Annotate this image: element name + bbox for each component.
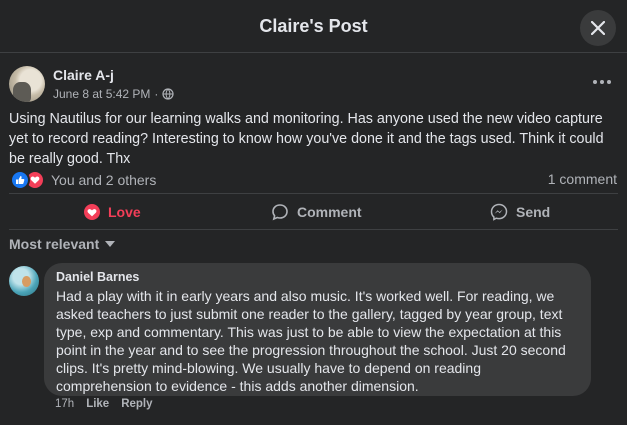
love-label: Love xyxy=(108,204,141,220)
love-button[interactable]: Love xyxy=(84,198,141,226)
divider xyxy=(9,229,618,230)
globe-icon xyxy=(162,88,175,100)
comment-bubble: Daniel Barnes Had a play with it in earl… xyxy=(44,263,591,396)
send-label: Send xyxy=(516,204,551,220)
comment-actions: 17h Like Reply xyxy=(55,398,153,410)
caret-down-icon xyxy=(105,241,116,247)
more-options-button[interactable] xyxy=(588,72,616,92)
comment-text: Had a play with it in early years and al… xyxy=(56,288,566,394)
more-dot-icon xyxy=(600,80,604,84)
reaction-count-text[interactable]: You and 2 others xyxy=(51,172,156,188)
more-dot-icon xyxy=(593,80,597,84)
comment-icon xyxy=(272,204,288,221)
post-meta: June 8 at 5:42 PM · xyxy=(53,87,175,101)
dialog-title: Claire's Post xyxy=(259,16,368,36)
commenter-avatar[interactable] xyxy=(9,266,39,296)
author-avatar[interactable] xyxy=(9,66,45,102)
meta-separator: · xyxy=(154,87,159,101)
post-text: Using Nautilus for our learning walks an… xyxy=(9,111,604,167)
comment-label: Comment xyxy=(297,204,362,220)
dialog-header: Claire's Post xyxy=(0,0,627,53)
more-dot-icon xyxy=(607,80,611,84)
like-icon xyxy=(10,170,30,190)
comment-time[interactable]: 17h xyxy=(55,398,74,410)
send-button[interactable]: Send xyxy=(490,198,550,226)
comment-reply-button[interactable]: Reply xyxy=(121,398,152,410)
post-timestamp[interactable]: June 8 at 5:42 PM xyxy=(53,87,150,101)
author-name[interactable]: Claire A-j xyxy=(53,67,114,83)
close-icon xyxy=(591,21,605,35)
divider xyxy=(9,193,618,194)
close-button[interactable] xyxy=(580,10,616,46)
comment-like-button[interactable]: Like xyxy=(86,398,109,410)
comment-count[interactable]: 1 comment xyxy=(548,171,617,187)
comment-sort-dropdown[interactable]: Most relevant xyxy=(9,236,116,252)
love-reaction-icon xyxy=(84,204,100,220)
comment-button[interactable]: Comment xyxy=(271,198,362,226)
commenter-name[interactable]: Daniel Barnes xyxy=(56,270,579,284)
reaction-summary[interactable]: You and 2 others xyxy=(10,170,156,190)
sort-label: Most relevant xyxy=(9,236,100,252)
messenger-icon xyxy=(490,203,508,221)
